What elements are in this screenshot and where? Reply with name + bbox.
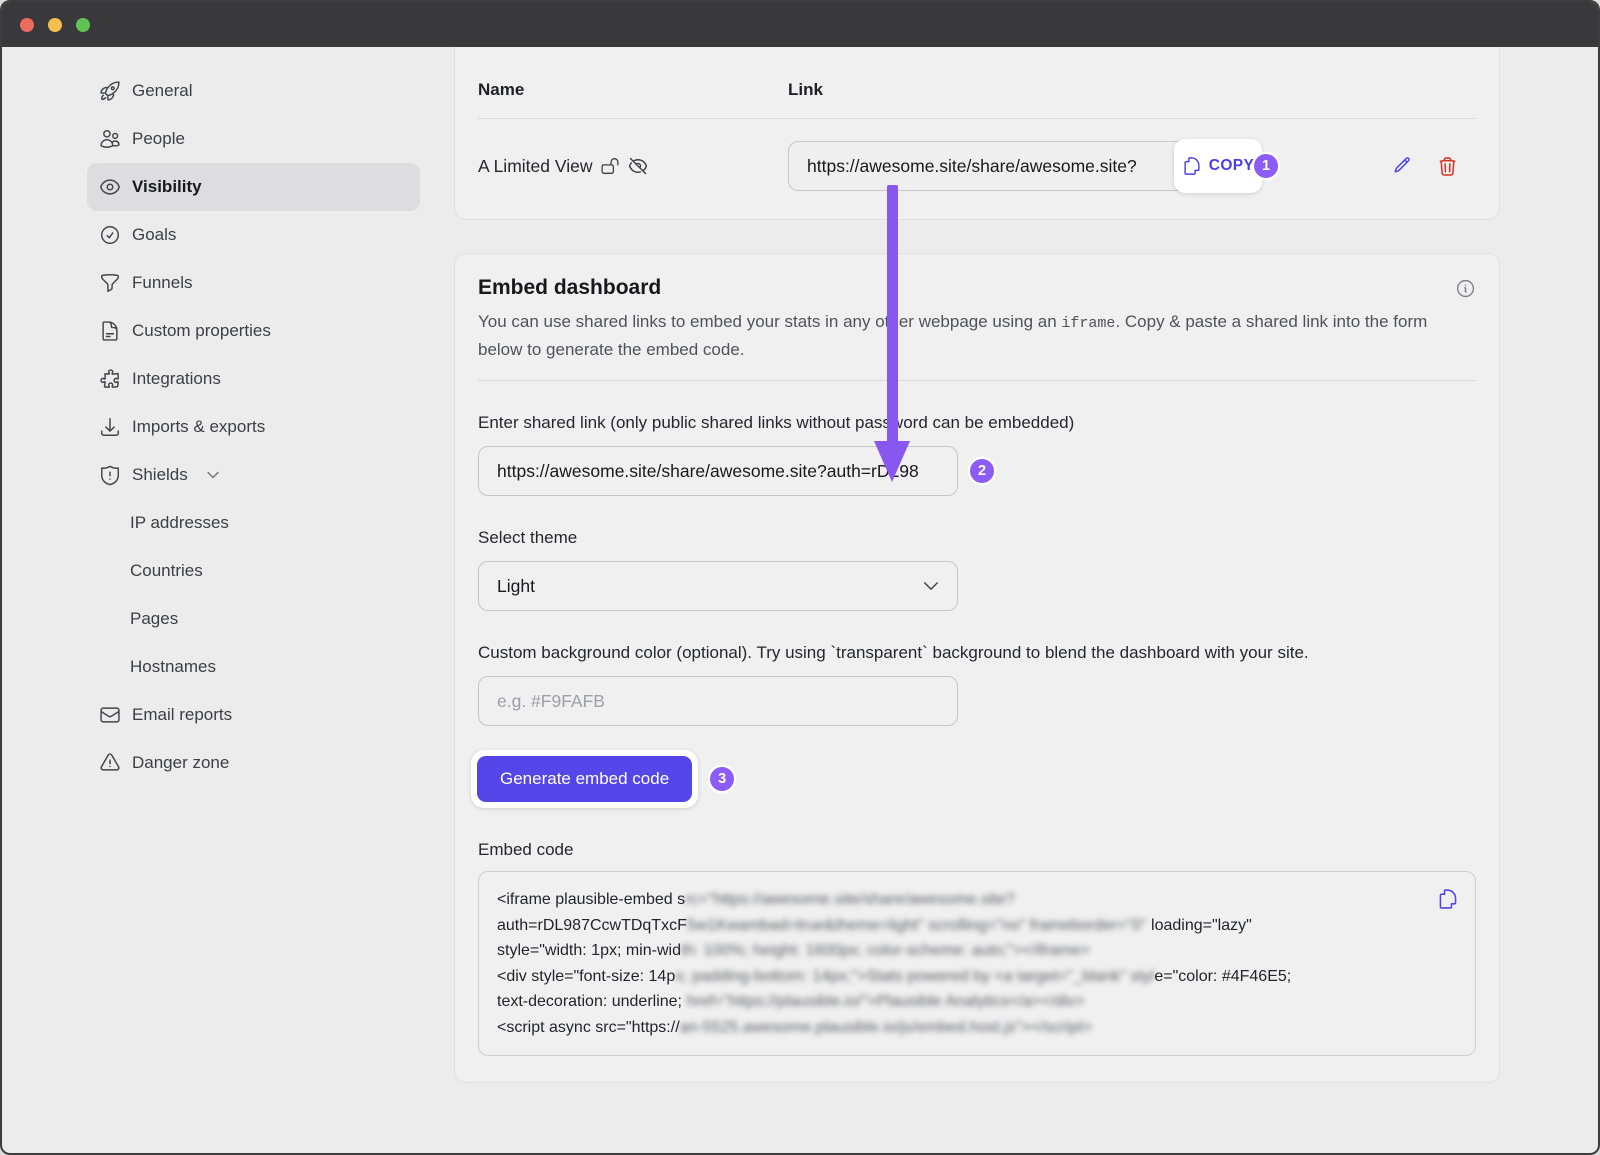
- sidebar-item-label: Email reports: [132, 705, 232, 725]
- sidebar-item-label: Danger zone: [132, 753, 229, 773]
- copy-button-highlight: COPY: [1174, 139, 1262, 193]
- sidebar-item-label: General: [132, 81, 192, 101]
- section-divider: [478, 380, 1476, 381]
- embed-code-line: <script async src="https://an-5525.aweso…: [497, 1015, 1457, 1041]
- sidebar-item-pages[interactable]: Pages: [87, 595, 420, 643]
- app-window: General People Visibility Goals Funnels Custo…: [0, 0, 1600, 1155]
- embed-description: You can use shared links to embed your s…: [478, 309, 1443, 363]
- inline-code-iframe: iframe: [1061, 315, 1115, 332]
- step-badge-3: 3: [710, 767, 734, 791]
- sidebar-item-ip-addresses[interactable]: IP addresses: [87, 499, 420, 547]
- column-header-link: Link: [788, 80, 1306, 100]
- embed-code-line: auth=rDL987CcwTDqTxcF5w1Kwambad=true&the…: [497, 913, 1457, 939]
- theme-select[interactable]: Light: [478, 561, 958, 611]
- sidebar-item-visibility[interactable]: Visibility: [87, 163, 420, 211]
- settings-content: Name Link A Limited View: [454, 47, 1500, 1083]
- sidebar-item-shields[interactable]: Shields: [87, 451, 420, 499]
- warning-icon: [99, 752, 121, 774]
- sidebar-item-danger-zone[interactable]: Danger zone: [87, 739, 420, 787]
- shared-link-field-label: Enter shared link (only public shared li…: [478, 413, 1476, 433]
- puzzle-icon: [99, 368, 121, 390]
- sidebar-item-custom-properties[interactable]: Custom properties: [87, 307, 420, 355]
- sidebar-item-label: Countries: [130, 561, 203, 581]
- sidebar-item-people[interactable]: People: [87, 115, 420, 163]
- delete-link-button[interactable]: [1437, 156, 1458, 177]
- embed-code-box[interactable]: <iframe plausible-embed src="https://awe…: [478, 871, 1476, 1056]
- step-badge-1: 1: [1254, 154, 1278, 178]
- sidebar-item-label: Pages: [130, 609, 178, 629]
- sidebar-item-integrations[interactable]: Integrations: [87, 355, 420, 403]
- bg-color-input[interactable]: [478, 676, 958, 726]
- zoom-window-button[interactable]: [76, 18, 90, 32]
- copy-icon: [1182, 156, 1202, 176]
- shared-link-row: A Limited View https://awesome.site/shar…: [478, 141, 1476, 191]
- sidebar-item-label: People: [132, 129, 185, 149]
- embed-dashboard-title: Embed dashboard: [478, 276, 661, 300]
- sidebar-item-label: Custom properties: [132, 321, 271, 341]
- chevron-down-icon: [921, 576, 941, 596]
- theme-field-label: Select theme: [478, 528, 1476, 548]
- sidebar-item-label: Shields: [132, 465, 188, 485]
- column-header-name: Name: [478, 80, 788, 100]
- chevron-down-icon: [205, 467, 221, 483]
- shared-link-input[interactable]: [478, 446, 958, 496]
- window-titlebar: [2, 2, 1598, 47]
- info-icon[interactable]: [1455, 278, 1476, 299]
- edit-link-button[interactable]: [1390, 156, 1411, 177]
- sidebar-item-imports-exports[interactable]: Imports & exports: [87, 403, 420, 451]
- close-window-button[interactable]: [20, 18, 34, 32]
- theme-select-value: Light: [497, 576, 535, 597]
- sidebar-item-hostnames[interactable]: Hostnames: [87, 643, 420, 691]
- shared-link-url-field[interactable]: https://awesome.site/share/awesome.site?: [788, 141, 1238, 191]
- settings-page: General People Visibility Goals Funnels Custo…: [2, 47, 1598, 1155]
- check-circle-icon: [99, 224, 121, 246]
- generate-embed-code-button[interactable]: Generate embed code: [477, 756, 692, 802]
- generate-button-highlight: Generate embed code: [471, 750, 698, 808]
- users-icon: [99, 128, 121, 150]
- copy-button-label: COPY: [1209, 157, 1255, 175]
- bg-color-field-label: Custom background color (optional). Try …: [478, 643, 1476, 663]
- copy-link-button[interactable]: COPY: [1182, 156, 1255, 176]
- funnel-icon: [99, 272, 121, 294]
- shared-links-card: Name Link A Limited View: [454, 33, 1500, 220]
- minimize-window-button[interactable]: [48, 18, 62, 32]
- embed-dashboard-card: Embed dashboard You can use shared links…: [454, 253, 1500, 1083]
- sidebar-item-general[interactable]: General: [87, 67, 420, 115]
- embed-code-line: text-decoration: underline; href="https:…: [497, 989, 1457, 1015]
- document-icon: [99, 320, 121, 342]
- embed-code-line: <div style="font-size: 14px; padding-bot…: [497, 964, 1457, 990]
- sidebar-item-funnels[interactable]: Funnels: [87, 259, 420, 307]
- shield-icon: [99, 464, 121, 486]
- settings-sidebar: General People Visibility Goals Funnels Custo…: [87, 67, 420, 787]
- table-divider: [478, 118, 1476, 119]
- eye-off-icon: [628, 156, 648, 176]
- copy-code-icon[interactable]: [1437, 888, 1459, 910]
- shared-link-name: A Limited View: [478, 156, 592, 177]
- embed-code-line: <iframe plausible-embed src="https://awe…: [497, 887, 1457, 913]
- sidebar-item-label: Imports & exports: [132, 417, 265, 437]
- download-icon: [99, 416, 121, 438]
- sidebar-item-label: Funnels: [132, 273, 192, 293]
- step-badge-2: 2: [970, 459, 994, 483]
- embed-code-text: <iframe plausible-embed src="https://awe…: [497, 887, 1457, 1040]
- sidebar-item-email-reports[interactable]: Email reports: [87, 691, 420, 739]
- sidebar-item-label: IP addresses: [130, 513, 229, 533]
- sidebar-item-label: Integrations: [132, 369, 221, 389]
- sidebar-item-label: Hostnames: [130, 657, 216, 677]
- lock-open-icon: [601, 157, 619, 175]
- embed-code-label: Embed code: [478, 840, 1476, 860]
- sidebar-item-goals[interactable]: Goals: [87, 211, 420, 259]
- envelope-icon: [99, 704, 121, 726]
- sidebar-item-label: Visibility: [132, 177, 202, 197]
- embed-code-line: style="width: 1px; min-width: 100%; heig…: [497, 938, 1457, 964]
- eye-icon: [99, 176, 121, 198]
- rocket-icon: [99, 80, 121, 102]
- sidebar-item-label: Goals: [132, 225, 176, 245]
- sidebar-item-countries[interactable]: Countries: [87, 547, 420, 595]
